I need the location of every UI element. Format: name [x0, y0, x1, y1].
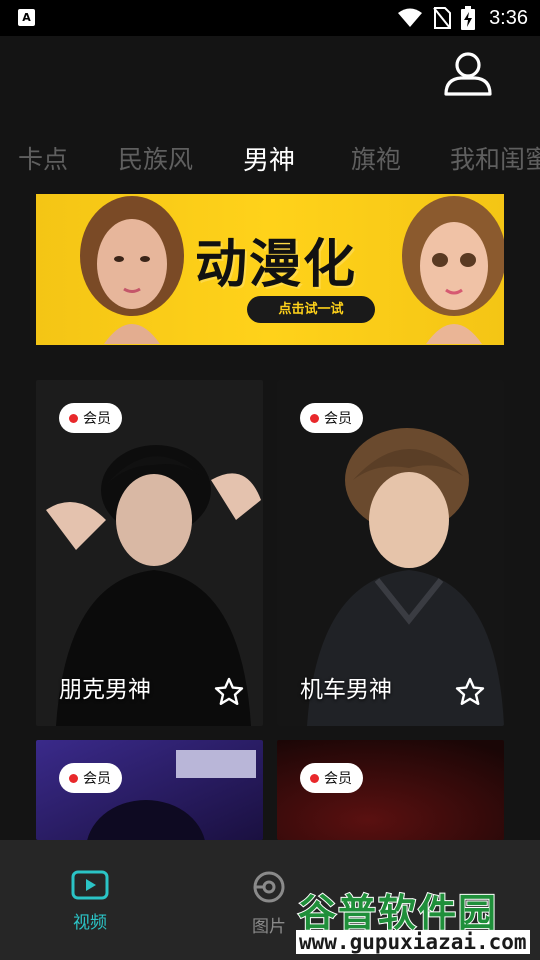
badge-dot — [69, 773, 78, 783]
site-watermark: 谷普软件园 www.gupuxiazai.com — [292, 882, 538, 960]
template-card-motorcycle[interactable]: 会员 机车男神 — [277, 380, 504, 726]
video-icon — [71, 870, 109, 900]
vip-badge: 会员 — [59, 763, 122, 793]
star-icon[interactable] — [213, 676, 245, 708]
vip-badge: 会员 — [300, 763, 363, 793]
no-sim-icon — [433, 7, 452, 29]
card-title: 机车男神 — [300, 677, 392, 703]
banner-cta-button[interactable]: 点击试一试 — [247, 296, 375, 323]
tab-wohe-guimi[interactable]: 我和闺蜜 — [450, 140, 540, 176]
template-card-4[interactable]: 会员 — [277, 740, 504, 840]
wifi-icon — [398, 8, 423, 27]
badge-label: 会员 — [83, 771, 111, 787]
nav-label-video: 视频 — [73, 913, 107, 933]
user-profile-icon[interactable] — [442, 48, 494, 100]
tab-qipao[interactable]: 旗袍 — [351, 140, 401, 176]
status-bar: A 3:36 — [0, 0, 540, 36]
banner-title: 动漫化 — [194, 235, 357, 295]
vip-badge: 会员 — [300, 403, 363, 433]
badge-label: 会员 — [83, 411, 111, 427]
app-header — [0, 36, 540, 116]
tab-nanshen[interactable]: 男神 — [243, 140, 295, 177]
watermark-url: www.gupuxiazai.com — [296, 930, 530, 954]
image-icon — [253, 871, 285, 903]
nav-item-video[interactable]: 视频 — [50, 870, 130, 933]
vip-badge: 会员 — [59, 403, 122, 433]
tab-kadian[interactable]: 卡点 — [18, 140, 68, 176]
banner-face-right — [402, 196, 504, 344]
badge-dot — [310, 773, 319, 783]
card-title: 朋克男神 — [59, 677, 151, 703]
anime-banner[interactable]: 动漫化 点击试一试 — [36, 194, 504, 345]
watermark-title: 谷普软件园 — [297, 890, 499, 936]
template-card-3[interactable]: 会员 — [36, 740, 263, 840]
star-icon[interactable] — [454, 676, 486, 708]
battery-charging-icon — [461, 6, 476, 30]
tab-minzufeng[interactable]: 民族风 — [118, 140, 193, 176]
status-time: 3:36 — [489, 6, 528, 29]
category-tabs: 卡点 民族风 男神 旗袍 我和闺蜜 — [0, 132, 540, 188]
badge-dot — [310, 413, 319, 423]
badge-label: 会员 — [324, 411, 352, 427]
status-icons: 3:36 — [397, 0, 528, 36]
notification-app-icon: A — [18, 9, 35, 26]
badge-dot — [69, 413, 78, 423]
badge-label: 会员 — [324, 771, 352, 787]
template-card-punk[interactable]: 会员 朋克男神 — [36, 380, 263, 726]
